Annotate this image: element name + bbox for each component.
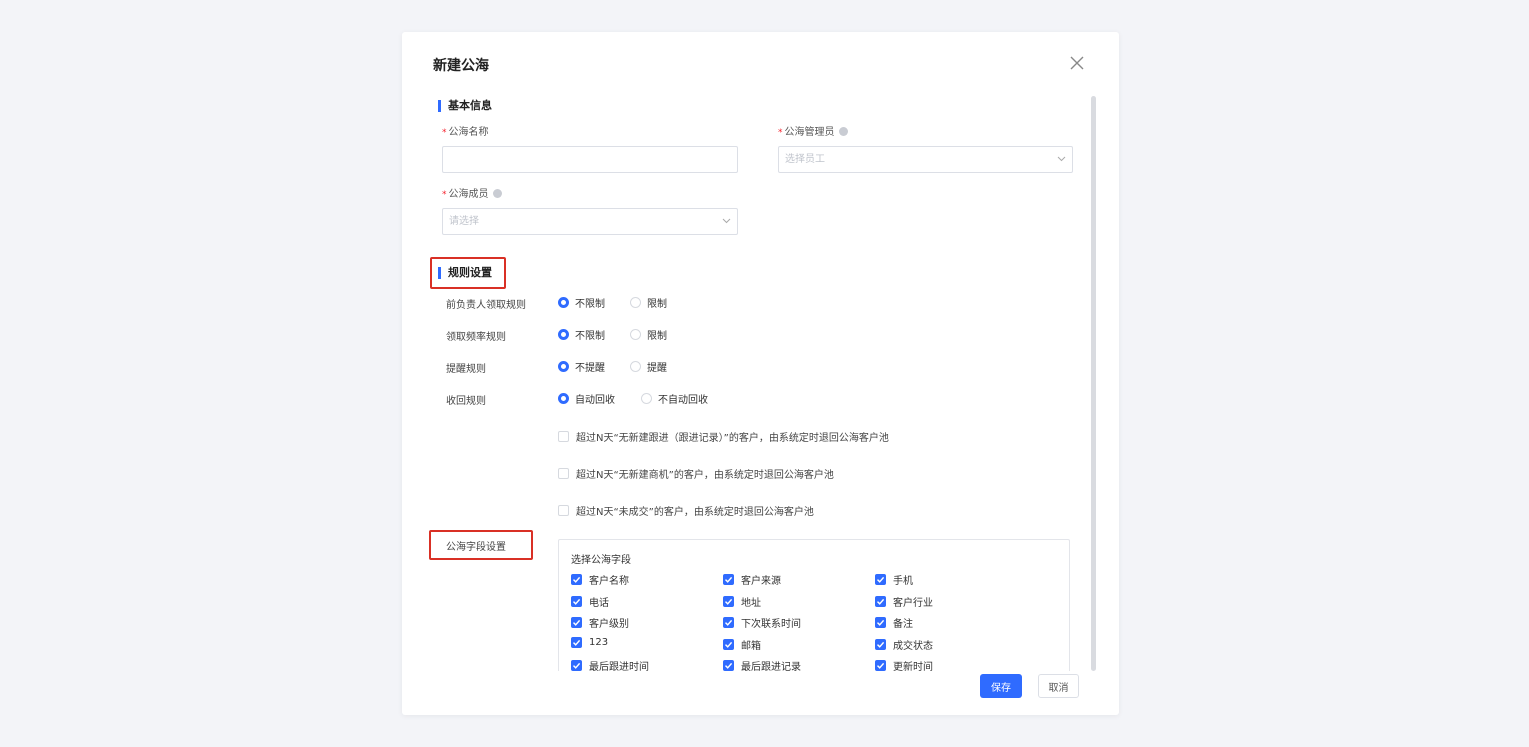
pool-admin-placeholder: 选择员工 (785, 154, 825, 165)
section-basic-info: 基本信息 (438, 99, 492, 113)
recycle-option-no-followup[interactable]: 超过N天“无新建跟进（跟进记录）”的客户，由系统定时退回公海客户池 (558, 429, 889, 444)
radio-reminder-off[interactable]: 不提醒 (558, 359, 605, 374)
pool-admin-select[interactable]: 选择员工 (778, 146, 1073, 173)
check-icon (723, 617, 734, 628)
pool-name-label: * 公海名称 (442, 127, 489, 138)
recycle-option-no-opportunity[interactable]: 超过N天“无新建商机”的客户，由系统定时退回公海客户池 (558, 466, 834, 481)
field-checkbox-label: 手机 (893, 576, 913, 587)
radio-frequency-unlimited[interactable]: 不限制 (558, 327, 605, 342)
field-checkbox[interactable]: 最后跟进记录 (723, 658, 801, 671)
save-button[interactable]: 保存 (980, 674, 1022, 698)
radio-prev-owner-limited[interactable]: 限制 (630, 295, 667, 310)
check-icon (723, 638, 734, 650)
help-icon[interactable] (492, 188, 502, 198)
pool-name-field[interactable] (449, 147, 731, 172)
chevron-down-icon (722, 218, 731, 224)
new-pool-dialog: 新建公海 基本信息 * 公海名称 * 公海管理员 选择员工 * 公海成员 请选择 规则… (402, 32, 1119, 715)
check-icon (571, 617, 582, 628)
field-checkbox[interactable]: 客户来源 (723, 572, 781, 587)
field-checkbox[interactable]: 客户名称 (571, 572, 629, 587)
field-checkbox-label: 客户级别 (589, 619, 629, 630)
rule-label-recycle: 收回规则 (446, 396, 486, 407)
field-checkbox-label: 客户名称 (589, 576, 629, 587)
field-checkbox[interactable]: 邮箱 (723, 637, 761, 652)
field-checkbox-label: 成交状态 (893, 640, 933, 652)
check-icon (875, 595, 886, 607)
field-checkbox-label: 最后跟进记录 (741, 662, 801, 671)
dialog-title: 新建公海 (433, 58, 489, 74)
field-checkbox[interactable]: 客户级别 (571, 615, 629, 630)
rule-label-reminder: 提醒规则 (446, 364, 486, 375)
scrollbar[interactable] (1091, 96, 1096, 671)
field-checkbox-label: 客户来源 (741, 576, 781, 587)
field-checkbox-label: 下次联系时间 (741, 619, 801, 630)
field-select-panel: 选择公海字段 客户名称 客户来源 手机电话 地址 客户行业客户级别 下次联系时间 备注 123… (558, 539, 1070, 671)
radio-recycle-manual[interactable]: 不自动回收 (641, 391, 708, 406)
field-checkbox-label: 邮箱 (741, 640, 761, 652)
field-checkbox-label: 123 (589, 636, 609, 648)
check-icon (875, 574, 886, 585)
field-checkbox[interactable]: 成交状态 (875, 637, 933, 652)
field-checkbox[interactable]: 下次联系时间 (723, 615, 801, 630)
pool-members-placeholder: 请选择 (449, 216, 479, 227)
field-checkbox-label: 备注 (893, 619, 913, 630)
check-icon (723, 595, 734, 607)
field-checkbox-label: 地址 (741, 597, 761, 609)
recycle-option-not-closed[interactable]: 超过N天“未成交”的客户，由系统定时退回公海客户池 (558, 503, 814, 518)
help-icon[interactable] (838, 126, 848, 136)
check-icon (875, 638, 886, 650)
check-icon (571, 636, 582, 648)
field-checkbox-label: 电话 (589, 597, 609, 609)
field-checkbox[interactable]: 最后跟进时间 (571, 658, 649, 671)
radio-reminder-on[interactable]: 提醒 (630, 359, 667, 374)
radio-frequency-limited[interactable]: 限制 (630, 327, 667, 342)
close-icon[interactable] (1068, 54, 1086, 72)
field-checkbox-label: 最后跟进时间 (589, 662, 649, 671)
check-icon (571, 660, 582, 671)
field-checkbox[interactable]: 备注 (875, 615, 913, 630)
pool-members-select[interactable]: 请选择 (442, 208, 738, 235)
section-rules: 规则设置 (438, 266, 492, 280)
rule-label-frequency: 领取频率规则 (446, 332, 506, 343)
check-icon (571, 574, 582, 585)
pool-name-input[interactable] (442, 146, 738, 173)
field-checkbox[interactable]: 手机 (875, 572, 913, 587)
field-checkbox-label: 客户行业 (893, 597, 933, 609)
chevron-down-icon (1057, 156, 1066, 162)
radio-prev-owner-unlimited[interactable]: 不限制 (558, 295, 605, 310)
check-icon (723, 660, 734, 671)
cancel-button[interactable]: 取消 (1038, 674, 1079, 698)
check-icon (571, 595, 582, 607)
rule-label-prev-owner: 前负责人领取规则 (446, 300, 526, 311)
field-checkbox[interactable]: 更新时间 (875, 658, 933, 671)
fields-section-label: 公海字段设置 (446, 542, 506, 553)
field-checkbox[interactable]: 123 (571, 636, 609, 648)
field-checkbox[interactable]: 客户行业 (875, 594, 933, 609)
field-panel-title: 选择公海字段 (571, 555, 631, 566)
check-icon (875, 617, 886, 628)
check-icon (723, 574, 734, 585)
field-checkbox-label: 更新时间 (893, 662, 933, 671)
field-checkbox[interactable]: 电话 (571, 594, 609, 609)
pool-admin-label: * 公海管理员 (778, 126, 848, 139)
pool-members-label: * 公海成员 (442, 188, 502, 201)
field-checkbox[interactable]: 地址 (723, 594, 761, 609)
check-icon (875, 660, 886, 671)
radio-recycle-auto[interactable]: 自动回收 (558, 391, 615, 406)
